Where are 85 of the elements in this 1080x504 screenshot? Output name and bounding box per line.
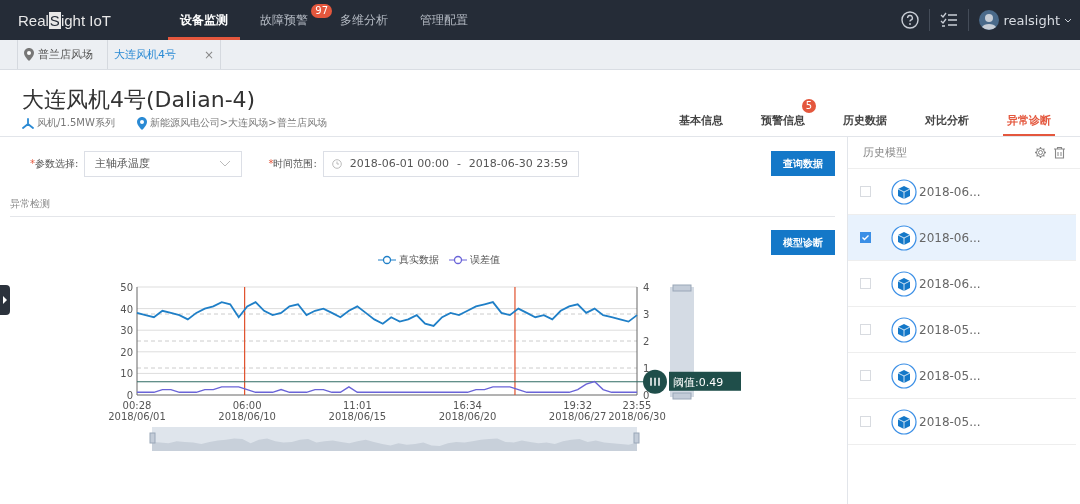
breadcrumb-tab[interactable]: 普兰店风场: [17, 40, 107, 69]
caret-icon[interactable]: [1064, 17, 1072, 23]
axis-label: 2018/06/30: [608, 411, 666, 422]
axis-label: 2018/06/15: [328, 411, 387, 422]
trash-icon[interactable]: [1053, 146, 1066, 159]
threshold-label: 阈值:0.49: [673, 375, 724, 389]
axis-label: 3: [643, 309, 650, 320]
axis-label: 1: [643, 363, 650, 374]
cube-icon: [891, 178, 917, 205]
diagnose-button[interactable]: 模型诊断: [771, 230, 835, 255]
nav-tab[interactable]: 设备监测: [168, 0, 240, 40]
date-separator: -: [456, 157, 461, 170]
axis-label: 19:32: [563, 400, 593, 411]
cube-icon: [891, 408, 917, 435]
cube-icon: [891, 224, 917, 251]
panel-toggle-icon[interactable]: [0, 285, 10, 315]
check-icon: [861, 233, 870, 242]
axis-label: 30: [120, 325, 133, 337]
nav-tab[interactable]: 管理配置: [408, 0, 480, 40]
model-list-item[interactable]: 2018-05...: [848, 399, 1076, 445]
threshold-label-background: [669, 371, 741, 391]
parameter-select[interactable]: 主轴承温度: [84, 150, 243, 177]
axis-label: 2018/06/01: [108, 411, 166, 422]
turbine-icon: [22, 117, 34, 129]
axis-label: 4: [643, 282, 650, 293]
section-title: 异常检测: [10, 197, 835, 217]
model-name: 2018-06...: [919, 184, 981, 199]
axis-label: 40: [120, 303, 133, 315]
logo: RealSight IoT: [18, 11, 112, 29]
avatar-icon[interactable]: [979, 10, 1000, 30]
field-label: *参数选择:: [30, 156, 79, 171]
checkbox[interactable]: [860, 232, 871, 243]
axis-label: 20: [120, 346, 133, 358]
location-path: 新能源风电公司>大连风场>普兰店风场: [149, 116, 327, 130]
device-title: 大连风机4号(Dalian-4): [22, 86, 257, 114]
axis-label: 2: [643, 336, 650, 347]
panel-title: 历史模型: [863, 145, 908, 160]
count-badge: 5: [801, 99, 816, 113]
model-name: 2018-05...: [919, 322, 981, 337]
settings-icon[interactable]: [1034, 146, 1047, 159]
legend-label[interactable]: 真实数据: [398, 253, 439, 267]
model-name: 2018-06...: [919, 276, 981, 291]
detail-tab[interactable]: 预警信息: [757, 113, 809, 136]
axis-label: 2018/06/10: [218, 411, 276, 422]
axis-label: 23:55: [622, 400, 652, 411]
model-list-item[interactable]: 2018-05...: [848, 307, 1076, 353]
date-start[interactable]: 2018-06-01 00:00: [349, 157, 449, 170]
user-name[interactable]: realsight: [1003, 12, 1060, 28]
axis-label: 11:01: [342, 400, 372, 411]
detail-tab[interactable]: 异常诊断: [1003, 113, 1055, 136]
model-name: 2018-05...: [919, 414, 981, 429]
model-list-item[interactable]: 2018-05...: [848, 353, 1076, 399]
legend-label[interactable]: 误差值: [469, 253, 500, 267]
location-pin-icon: [136, 116, 147, 130]
query-button[interactable]: 查询数据: [771, 151, 835, 176]
model-name: 2018-05...: [919, 368, 981, 383]
checklist-icon[interactable]: [940, 12, 959, 28]
axis-label: 00:28: [122, 400, 152, 411]
model-list-item[interactable]: 2018-06...: [848, 261, 1076, 307]
axis-label: 2018/06/20: [438, 411, 497, 422]
location-pin-icon: [24, 48, 34, 61]
field-label: *时间范围:: [268, 156, 317, 171]
axis-label: 50: [120, 282, 133, 293]
cube-icon: [891, 316, 917, 343]
detail-tab[interactable]: 对比分析: [921, 113, 973, 136]
cube-icon: [891, 270, 917, 297]
help-icon[interactable]: [901, 11, 920, 29]
date-end[interactable]: 2018-06-30 23:59: [468, 157, 568, 170]
date-range-field[interactable]: 2018-06-01 00:00 - 2018-06-30 23:59: [322, 150, 579, 177]
detail-tab[interactable]: 历史数据: [839, 113, 891, 136]
axis-label: 16:34: [453, 400, 482, 411]
axis-label: 0: [126, 390, 133, 401]
axis-label: 10: [120, 368, 133, 380]
axis-label: 0: [643, 390, 650, 401]
detail-tab[interactable]: 基本信息: [675, 113, 727, 136]
axis-label: 06:00: [232, 400, 262, 411]
vertical-zoom-slider[interactable]: [670, 284, 694, 400]
count-badge: 97: [311, 4, 332, 18]
model-name: 2018-06...: [919, 230, 981, 245]
clock-icon: [331, 158, 342, 169]
model-list-item[interactable]: 2018-06...: [848, 215, 1076, 261]
device-model: 风机/1.5MW系列: [37, 116, 115, 130]
axis-label: 2018/06/27: [548, 411, 607, 422]
zoom-slider[interactable]: [149, 427, 640, 451]
cube-icon: [891, 362, 917, 389]
